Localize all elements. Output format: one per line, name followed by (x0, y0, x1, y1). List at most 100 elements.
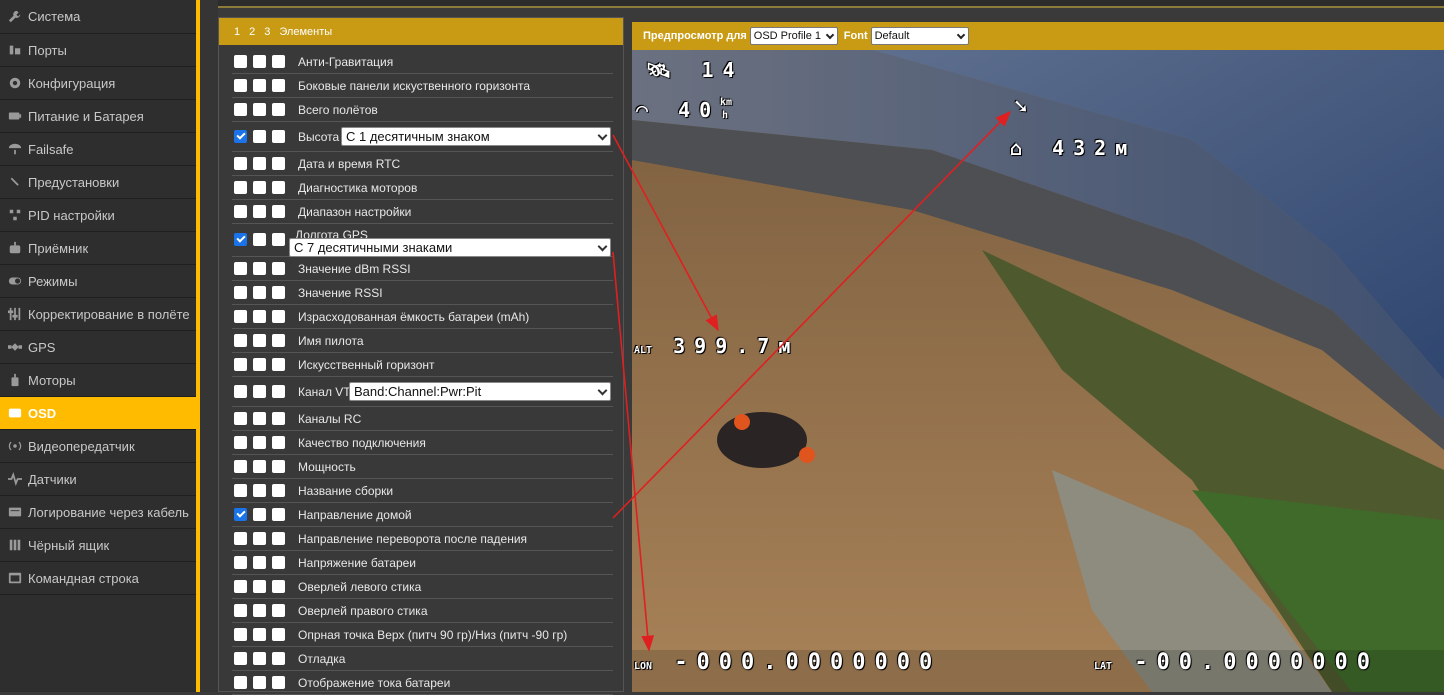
profile-2-checkbox[interactable] (253, 310, 266, 323)
profile-3-checkbox[interactable] (272, 676, 285, 689)
profile-2-checkbox[interactable] (253, 580, 266, 593)
sidebar-item-13[interactable]: OSD (0, 397, 196, 430)
profile-1-checkbox[interactable] (234, 181, 247, 194)
profile-3-checkbox[interactable] (272, 412, 285, 425)
profile-2-checkbox[interactable] (253, 460, 266, 473)
profile-1-checkbox[interactable] (234, 460, 247, 473)
profile-3-checkbox[interactable] (272, 79, 285, 92)
sidebar-item-12[interactable]: Моторы (0, 364, 196, 397)
profile-2-checkbox[interactable] (253, 412, 266, 425)
profile-3-checkbox[interactable] (272, 103, 285, 116)
profile-1-checkbox[interactable] (234, 286, 247, 299)
profile-1-checkbox[interactable] (234, 79, 247, 92)
sidebar-item-10[interactable]: Корректирование в полёте (0, 298, 196, 331)
profile-2-checkbox[interactable] (253, 484, 266, 497)
profile-2-checkbox[interactable] (253, 358, 266, 371)
profile-2-checkbox[interactable] (253, 652, 266, 665)
profile-1-checkbox[interactable] (234, 412, 247, 425)
sidebar-item-9[interactable]: Режимы (0, 265, 196, 298)
element-option-select[interactable]: Band:Channel:Pwr:Pit (349, 382, 611, 401)
profile-1-checkbox[interactable] (234, 262, 247, 275)
profile-3-checkbox[interactable] (272, 628, 285, 641)
profile-2-checkbox[interactable] (253, 79, 266, 92)
profile-1-checkbox[interactable] (234, 580, 247, 593)
profile-1-checkbox[interactable] (234, 157, 247, 170)
profile-3-checkbox[interactable] (272, 532, 285, 545)
profile-2-checkbox[interactable] (253, 556, 266, 569)
profile-3-checkbox[interactable] (272, 130, 285, 143)
profile-2-checkbox[interactable] (253, 436, 266, 449)
profile-3-checkbox[interactable] (272, 580, 285, 593)
sidebar-item-7[interactable]: PID настройки (0, 199, 196, 232)
profile-1-checkbox[interactable] (234, 676, 247, 689)
profile-1-checkbox[interactable] (234, 652, 247, 665)
profile-1-checkbox[interactable] (234, 358, 247, 371)
profile-1-checkbox[interactable] (234, 628, 247, 641)
profile-1-checkbox[interactable] (234, 532, 247, 545)
profile-1-checkbox[interactable] (234, 55, 247, 68)
profile-2-checkbox[interactable] (253, 604, 266, 617)
sidebar-item-5[interactable]: Failsafe (0, 133, 196, 166)
profile-3-checkbox[interactable] (272, 385, 285, 398)
sidebar-item-15[interactable]: Датчики (0, 463, 196, 496)
sidebar-item-4[interactable]: Питание и Батарея (0, 100, 196, 133)
profile-3-checkbox[interactable] (272, 484, 285, 497)
profile-3-checkbox[interactable] (272, 205, 285, 218)
profile-3-checkbox[interactable] (272, 262, 285, 275)
profile-2-checkbox[interactable] (253, 508, 266, 521)
profile-3-checkbox[interactable] (272, 181, 285, 194)
profile-1-checkbox[interactable] (234, 385, 247, 398)
sidebar-item-11[interactable]: GPS (0, 331, 196, 364)
profile-1-checkbox[interactable] (234, 484, 247, 497)
profile-3-checkbox[interactable] (272, 604, 285, 617)
profile-2-checkbox[interactable] (253, 181, 266, 194)
profile-2-checkbox[interactable] (253, 232, 266, 246)
sidebar-item-6[interactable]: Предустановки (0, 166, 196, 199)
profile-3-checkbox[interactable] (272, 55, 285, 68)
profile-2-checkbox[interactable] (253, 334, 266, 347)
profile-3-checkbox[interactable] (272, 157, 285, 170)
profile-2-checkbox[interactable] (253, 130, 266, 143)
element-option-select[interactable]: С 1 десятичным знаком (341, 127, 611, 146)
profile-2-checkbox[interactable] (253, 103, 266, 116)
sidebar-item-14[interactable]: Видеопередатчик (0, 430, 196, 463)
profile-2-checkbox[interactable] (253, 262, 266, 275)
profile-1-checkbox[interactable] (234, 508, 247, 521)
element-option-select[interactable]: С 7 десятичными знаками (289, 238, 611, 257)
profile-3-checkbox[interactable] (272, 556, 285, 569)
profile-3-checkbox[interactable] (272, 232, 285, 246)
profile-3-checkbox[interactable] (272, 436, 285, 449)
profile-3-checkbox[interactable] (272, 652, 285, 665)
profile-3-checkbox[interactable] (272, 508, 285, 521)
profile-3-checkbox[interactable] (272, 310, 285, 323)
sidebar-item-16[interactable]: Логирование через кабель (0, 496, 196, 529)
profile-1-checkbox[interactable] (234, 310, 247, 323)
profile-2-checkbox[interactable] (253, 55, 266, 68)
profile-1-checkbox[interactable] (234, 604, 247, 617)
sidebar-item-8[interactable]: Приёмник (0, 232, 196, 265)
profile-3-checkbox[interactable] (272, 286, 285, 299)
profile-1-checkbox[interactable] (234, 556, 247, 569)
sidebar-item-3[interactable]: Конфигурация (0, 67, 196, 100)
profile-2-checkbox[interactable] (253, 157, 266, 170)
profile-1-checkbox[interactable] (234, 436, 247, 449)
sidebar-item-2[interactable]: Порты (0, 34, 196, 67)
sidebar-item-1[interactable]: Система (0, 0, 196, 34)
profile-1-checkbox[interactable] (234, 205, 247, 218)
profile-1-checkbox[interactable] (234, 130, 247, 143)
profile-3-checkbox[interactable] (272, 334, 285, 347)
profile-2-checkbox[interactable] (253, 676, 266, 689)
profile-2-checkbox[interactable] (253, 205, 266, 218)
profile-1-checkbox[interactable] (234, 334, 247, 347)
profile-2-checkbox[interactable] (253, 286, 266, 299)
sidebar-item-17[interactable]: Чёрный ящик (0, 529, 196, 562)
sidebar-item-18[interactable]: Командная строка (0, 562, 196, 595)
profile-2-checkbox[interactable] (253, 532, 266, 545)
profile-2-checkbox[interactable] (253, 385, 266, 398)
profile-3-checkbox[interactable] (272, 460, 285, 473)
font-select[interactable]: Default (870, 27, 969, 45)
osd-profile-select[interactable]: OSD Profile 1 (749, 27, 838, 45)
profile-3-checkbox[interactable] (272, 358, 285, 371)
profile-1-checkbox[interactable] (234, 103, 247, 116)
profile-2-checkbox[interactable] (253, 628, 266, 641)
